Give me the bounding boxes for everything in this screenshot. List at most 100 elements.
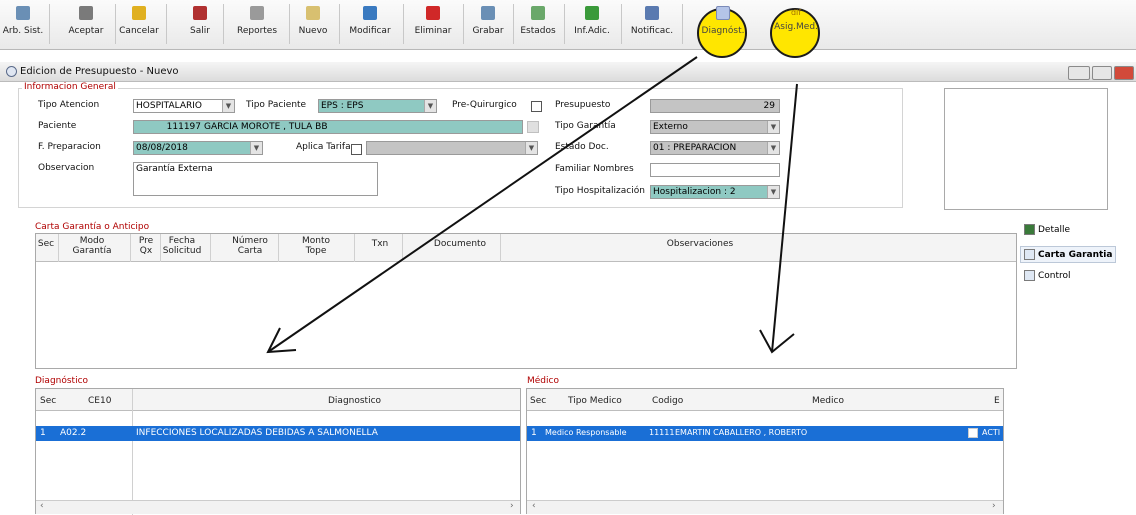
control-icon	[1024, 270, 1035, 281]
toolbar-button-4[interactable]: Reportes	[228, 2, 286, 46]
assign-medic-button[interactable]: dif Asig.Med.	[772, 2, 820, 46]
estado-doc-label: Estado Doc.	[555, 142, 609, 152]
toolbar-button-3[interactable]: Salir	[180, 2, 220, 46]
prequirurgico-checkbox[interactable]	[531, 101, 542, 112]
paciente-search-button[interactable]	[527, 121, 539, 133]
f-preparacion-field[interactable]: 08/08/2018 ▼	[133, 141, 263, 155]
carta-column-divider	[160, 234, 161, 262]
tipo-paciente-select[interactable]: EPS : EPS ▼	[318, 99, 437, 113]
carta-header-line1: Fecha	[168, 236, 196, 246]
observacion-label: Observacion	[38, 163, 95, 173]
new-icon	[306, 6, 320, 20]
tipo-garantia-select[interactable]: Externo ▼	[650, 120, 780, 134]
carta-header-line1: Observaciones	[666, 239, 734, 249]
photo-panel	[944, 88, 1108, 210]
scroll-left-icon[interactable]: ‹	[532, 501, 536, 511]
toolbar-button-8[interactable]: Grabar	[466, 2, 510, 46]
scroll-right-icon[interactable]: ›	[992, 501, 996, 511]
observacion-textarea[interactable]: Garantía Externa	[133, 162, 378, 196]
toolbar-button-2[interactable]: Cancelar	[115, 2, 163, 46]
toolbar-button-7[interactable]: Eliminar	[406, 2, 460, 46]
carta-header-5: Monto Tope	[294, 236, 338, 256]
side-tab-2[interactable]: Control	[1024, 270, 1071, 281]
side-tab-1[interactable]: Carta Garantia	[1020, 246, 1117, 263]
toolbar-button-label: Reportes	[236, 26, 278, 36]
tipo-hosp-label: Tipo Hospitalización	[555, 186, 645, 196]
toolbar-separator	[513, 4, 514, 44]
familiar-label: Familiar Nombres	[555, 164, 634, 174]
scroll-right-icon[interactable]: ›	[510, 501, 514, 511]
carta-header-line1: Txn	[371, 239, 389, 249]
diagnostico-hscroll[interactable]	[36, 500, 520, 514]
restore-button[interactable]	[1092, 66, 1112, 80]
presupuesto-label: Presupuesto	[555, 100, 611, 110]
paciente-label: Paciente	[38, 121, 77, 131]
toolbar-button-11[interactable]: Notificac.	[625, 2, 679, 46]
carta-header-line1: Documento	[433, 239, 487, 249]
med-row-estado: ACTI	[982, 428, 1001, 437]
chevron-down-icon: ▼	[222, 100, 234, 112]
toolbar-button-5[interactable]: Nuevo	[290, 2, 336, 46]
estado-checkbox[interactable]	[968, 428, 978, 438]
toolbar-button-10[interactable]: Inf.Adic.	[566, 2, 618, 46]
carta-column-divider	[130, 234, 131, 262]
chevron-down-icon: ▼	[767, 121, 779, 133]
carta-header-line1: Sec	[37, 239, 55, 249]
diag-header-ce10: CE10	[88, 396, 112, 406]
letter-icon	[1024, 249, 1035, 260]
toolbar-button-label: Nuevo	[298, 26, 328, 36]
status-icon	[531, 6, 545, 20]
carta-header-line1: Modo	[79, 236, 105, 246]
carta-column-divider	[402, 234, 403, 262]
toolbar-button-label: Aceptar	[68, 26, 104, 36]
side-tab-label: Control	[1038, 270, 1071, 281]
carta-column-divider	[354, 234, 355, 262]
toolbar-button-label: Grabar	[472, 26, 504, 36]
tarifa-select[interactable]: ▼	[366, 141, 538, 155]
diag-header-sec: Sec	[40, 396, 57, 406]
med-row-sec: 1	[531, 428, 537, 438]
detail-icon	[1024, 224, 1035, 235]
calendar-dropdown-icon: ▼	[250, 142, 262, 154]
toolbar-button-1[interactable]: Aceptar	[60, 2, 112, 46]
carta-header-8: Observaciones	[655, 239, 745, 249]
report-icon	[250, 6, 264, 20]
close-button[interactable]	[1114, 66, 1134, 80]
toolbar-button-9[interactable]: Estados	[515, 2, 561, 46]
tipo-hosp-select[interactable]: Hospitalizacion : 2 ▼	[650, 185, 780, 199]
chevron-down-icon: ▼	[767, 142, 779, 154]
toolbar-button-label: Arb. Sist.	[2, 26, 44, 36]
diagnostic-button[interactable]: Diagnóst.	[699, 2, 747, 46]
aplica-tarifa-checkbox[interactable]	[351, 144, 362, 155]
med-row-codigo: 11111	[649, 428, 675, 437]
diag-row-sec: 1	[40, 428, 46, 438]
toolbar-separator	[682, 4, 683, 44]
carta-column-divider	[210, 234, 211, 262]
prequirurgico-label: Pre-Quirurgico	[452, 100, 517, 110]
paciente-field[interactable]: 111197 GARCIA MOROTE , TULA BB	[133, 120, 523, 134]
carta-column-divider	[500, 234, 501, 262]
toolbar-button-6[interactable]: Modificar	[340, 2, 400, 46]
carta-header-4: Número Carta	[228, 236, 272, 256]
info-icon	[585, 6, 599, 20]
minimize-button[interactable]	[1068, 66, 1090, 80]
scroll-left-icon[interactable]: ‹	[40, 501, 44, 511]
med-header-codigo: Codigo	[652, 396, 684, 406]
toolbar-button-label: Notificac.	[630, 26, 674, 36]
med-row-tipo: Medico Responsable	[545, 428, 627, 437]
tipo-atencion-select[interactable]: HOSPITALARIO ▼	[133, 99, 235, 113]
medico-hscroll[interactable]	[527, 500, 1003, 514]
f-preparacion-label: F. Preparacion	[38, 142, 101, 152]
toolbar-button-label: Cancelar	[119, 26, 159, 36]
familiar-field[interactable]	[650, 163, 780, 177]
tipo-paciente-label: Tipo Paciente	[246, 100, 307, 110]
cancel-icon	[132, 6, 146, 20]
side-tab-0[interactable]: Detalle	[1024, 224, 1070, 235]
toolbar-separator	[166, 4, 167, 44]
med-row-medico: EMARTIN CABALLERO , ROBERTO	[675, 428, 808, 437]
toolbar-button-label: Modificar	[349, 26, 391, 36]
estado-doc-select[interactable]: 01 : PREPARACION ▼	[650, 141, 780, 155]
toolbar-button-0[interactable]: Arb. Sist.	[0, 2, 46, 46]
med-header-tipo: Tipo Medico	[568, 396, 622, 406]
med-header-sec: Sec	[530, 396, 547, 406]
